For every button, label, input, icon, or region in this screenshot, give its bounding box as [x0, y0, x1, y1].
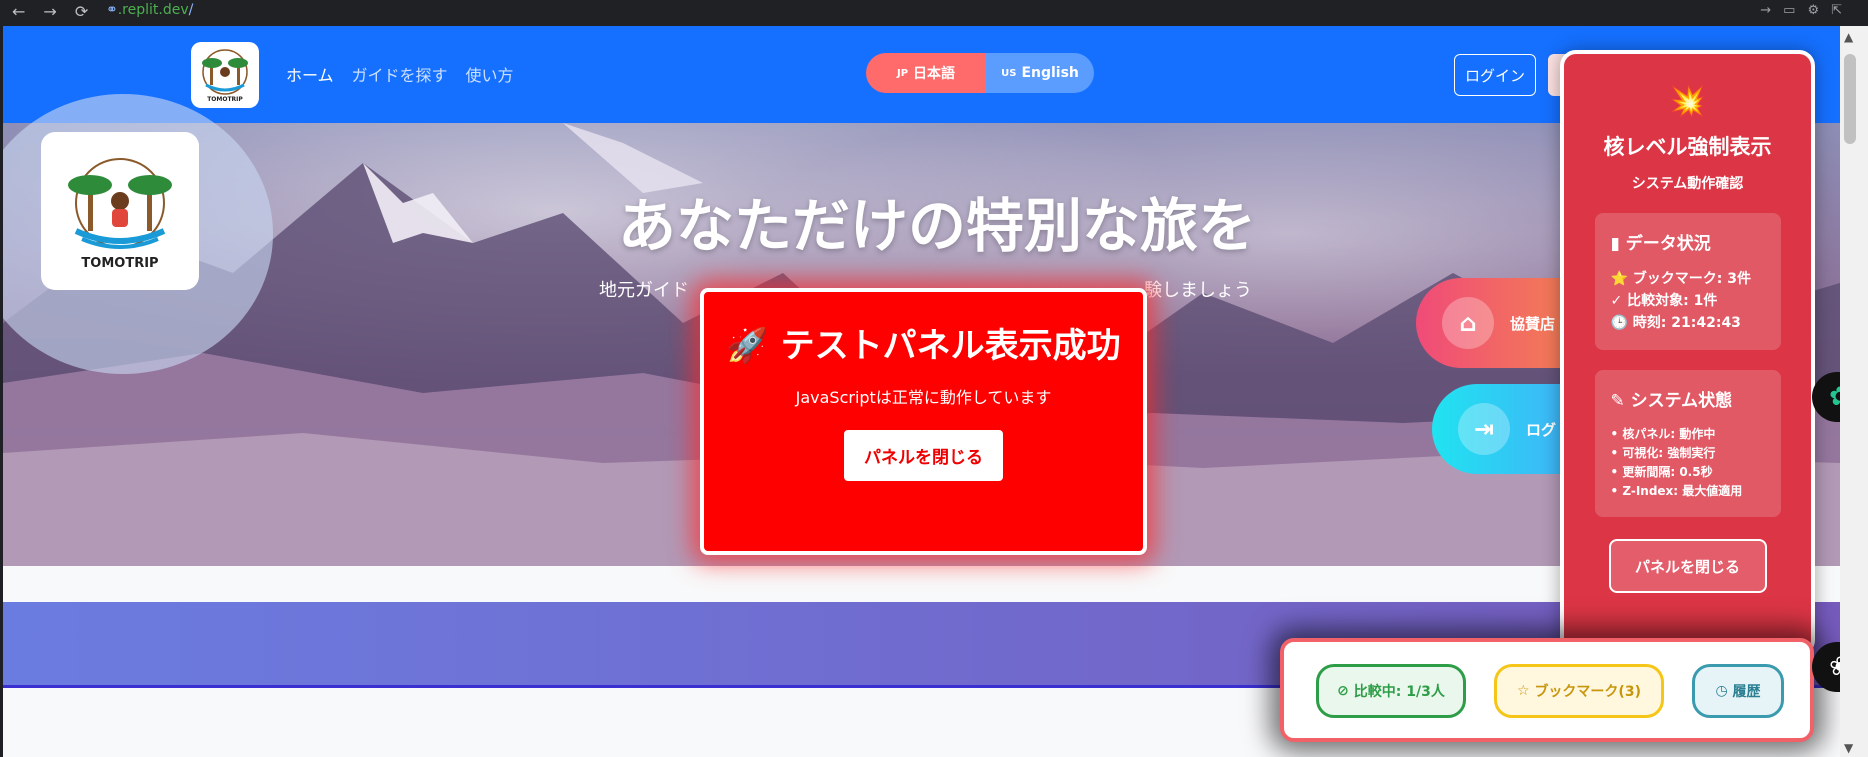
address-bar[interactable]: ⚭.replit.dev/ — [106, 2, 193, 18]
scroll-up-icon[interactable]: ▲ — [1844, 30, 1853, 44]
system-row-interval: • 更新間隔: 0.5秒 — [1610, 465, 1713, 479]
login-button[interactable]: ログイン — [1454, 54, 1536, 96]
wrench-icon: ✎ — [1610, 391, 1625, 411]
header-logo[interactable]: TOMOTRIP — [191, 42, 259, 108]
chart-icon: ▮ — [1610, 234, 1620, 254]
login-icon: ⇥ — [1458, 403, 1510, 455]
check-circle-icon: ⊘ — [1337, 683, 1354, 699]
data-status-heading: ▮ データ状況 — [1611, 229, 1765, 254]
hero-subtitle-right: 験しましょう — [1144, 280, 1252, 301]
hero-logo: TOMOTRIP — [41, 132, 199, 290]
nav-how-to-use[interactable]: 使い方 — [466, 62, 514, 86]
url-path: / — [188, 2, 194, 18]
url-host: .replit.dev — [117, 2, 189, 18]
sponsor-shop-label: 協賛店 — [1510, 314, 1556, 333]
system-row-visualize: • 可視化: 強制実行 — [1610, 446, 1716, 460]
shop-icon: ⌂ — [1442, 297, 1494, 349]
compare-button[interactable]: ⊘ 比較中: 1/3人 — [1316, 664, 1466, 718]
system-row-panel: • 核パネル: 動作中 — [1610, 427, 1716, 441]
logo-big-wordmark: TOMOTRIP — [81, 256, 158, 271]
lang-jp-label: 日本語 — [913, 66, 956, 82]
compare-label: 比較中: 1/3人 — [1353, 684, 1445, 700]
floating-action-bar: ⊘ 比較中: 1/3人 ☆ ブックマーク(3) ◷ 履歴 — [1280, 638, 1814, 742]
test-panel-title: 🚀 テストパネル表示成功 — [704, 324, 1143, 368]
system-status-heading: ✎ システム状態 — [1611, 386, 1765, 411]
us-flag-icon: US — [1001, 67, 1017, 79]
nuke-panel-close-button[interactable]: パネルを閉じる — [1608, 539, 1767, 593]
nav-find-guide[interactable]: ガイドを探す — [352, 62, 448, 86]
data-row-bookmarks: ⭐ ブックマーク: 3件 — [1610, 271, 1752, 287]
tomotrip-big-logo-icon: TOMOTRIP — [68, 158, 172, 271]
data-row-compare: ✓ 比較対象: 1件 — [1610, 293, 1718, 309]
data-status-heading-text: データ状況 — [1625, 234, 1711, 254]
main-nav: ホーム ガイドを探す 使い方 — [286, 62, 514, 86]
browser-toolbar: ←→⟳ ⚭.replit.dev/ →▭⚙⇱ — [0, 0, 1868, 26]
scroll-down-icon[interactable]: ▼ — [1844, 741, 1853, 755]
nuke-panel-title: 核レベル強制表示 — [1603, 135, 1772, 159]
system-row-zindex: • Z-Index: 最大値適用 — [1610, 484, 1743, 498]
bookmark-button[interactable]: ☆ ブックマーク(3) — [1494, 664, 1664, 718]
history-label: 履歴 — [1732, 684, 1761, 700]
scrollbar-thumb[interactable] — [1844, 54, 1856, 144]
test-panel-message: JavaScriptは正常に動作しています — [795, 388, 1052, 407]
hero-subtitle-left: 地元ガイド — [599, 280, 689, 301]
test-panel-close-button[interactable]: パネルを閉じる — [844, 430, 1003, 481]
nuclear-display-panel: 💥 核レベル強制表示 システム動作確認 ▮ データ状況 ⭐ ブックマーク: 3件… — [1560, 50, 1815, 656]
test-panel-title-text: テストパネル表示成功 — [780, 326, 1121, 366]
browser-tools-icons[interactable]: →▭⚙⇱ — [1760, 3, 1854, 18]
lang-en-label: English — [1021, 65, 1079, 81]
hero-title: あなただけの特別な旅を — [618, 192, 1257, 260]
bookmark-label: ブックマーク(3) — [1534, 684, 1641, 700]
nav-home[interactable]: ホーム — [286, 62, 334, 86]
jp-flag-icon: JP — [896, 67, 909, 79]
clock-icon: ◷ — [1715, 683, 1733, 699]
tomotrip-logo-icon: TOMOTRIP — [202, 49, 248, 103]
explosion-icon: 💥 — [1668, 84, 1707, 119]
language-switcher: JP 日本語 US English — [866, 53, 1094, 93]
data-status-card: ▮ データ状況 ⭐ ブックマーク: 3件 ✓ 比較対象: 1件 🕒 時刻: 21… — [1594, 213, 1781, 350]
system-status-heading-text: システム状態 — [1630, 391, 1733, 411]
page-scrollbar[interactable]: ▲ ▼ — [1840, 26, 1868, 757]
logo-wordmark: TOMOTRIP — [207, 96, 243, 103]
side-login-label: ログ — [1526, 420, 1557, 439]
data-row-time: 🕒 時刻: 21:42:43 — [1610, 315, 1741, 331]
history-button[interactable]: ◷ 履歴 — [1692, 664, 1784, 718]
system-status-card: ✎ システム状態 • 核パネル: 動作中 • 可視化: 強制実行 • 更新間隔:… — [1594, 370, 1781, 517]
nuke-panel-subtitle: システム動作確認 — [1631, 176, 1744, 192]
test-panel: 🚀 テストパネル表示成功 JavaScriptは正常に動作しています パネルを閉… — [700, 288, 1147, 555]
lang-japanese-button[interactable]: JP 日本語 — [866, 53, 986, 93]
rocket-icon: 🚀 — [726, 326, 769, 366]
lang-english-button[interactable]: US English — [986, 53, 1094, 93]
star-icon: ☆ — [1517, 683, 1535, 699]
browser-nav-icons[interactable]: ←→⟳ — [12, 2, 106, 21]
